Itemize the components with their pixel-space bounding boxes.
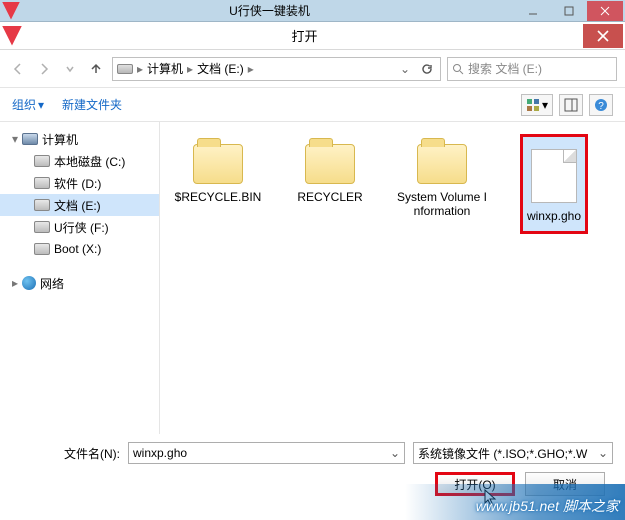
chevron-right-icon: ▸ — [137, 62, 143, 76]
file-icon — [531, 149, 577, 203]
thumbnails-icon — [526, 98, 540, 112]
sidebar-item-label: 本地磁盘 (C:) — [54, 153, 125, 170]
disk-icon — [34, 155, 50, 167]
sidebar-item-label: 网络 — [40, 275, 64, 292]
folder-icon — [417, 144, 467, 184]
organize-menu[interactable]: 组织 ▾ — [12, 96, 44, 113]
folder-icon — [193, 144, 243, 184]
dialog-close-button[interactable] — [583, 24, 623, 48]
sidebar-item-label: 计算机 — [42, 131, 78, 148]
sidebar-item-drive-d[interactable]: 软件 (D:) — [0, 172, 159, 194]
expand-icon: ▾ — [12, 132, 18, 146]
help-icon: ? — [594, 98, 608, 112]
sidebar-item-drive-e[interactable]: 文档 (E:) — [0, 194, 159, 216]
file-name: winxp.gho — [527, 209, 581, 223]
refresh-button[interactable] — [418, 63, 436, 75]
folder-icon — [305, 144, 355, 184]
sidebar-item-drive-f[interactable]: U行侠 (F:) — [0, 216, 159, 238]
panel-icon — [564, 98, 578, 112]
folder-item[interactable]: RECYCLER — [284, 134, 376, 204]
up-button[interactable] — [86, 59, 106, 79]
breadcrumb-drive[interactable]: 文档 (E:) — [197, 60, 244, 77]
toolbar: 组织 ▾ 新建文件夹 ▾ ? — [0, 88, 625, 122]
history-dropdown[interactable] — [60, 59, 80, 79]
dialog-footer: 文件名(N): winxp.gho⌄ 系统镜像文件 (*.ISO;*.GHO;*… — [0, 434, 625, 496]
close-button[interactable] — [587, 1, 623, 21]
cancel-button[interactable]: 取消 — [525, 472, 605, 496]
app-title: U行侠一键装机 — [24, 2, 515, 19]
filetype-filter[interactable]: 系统镜像文件 (*.ISO;*.GHO;*.W⌄ — [413, 442, 613, 464]
nav-bar: ▸ 计算机 ▸ 文档 (E:) ▸ ⌄ 搜索 文档 (E:) — [0, 50, 625, 88]
sidebar: ▾ 计算机 本地磁盘 (C:) 软件 (D:) 文档 (E:) U行侠 (F:)… — [0, 122, 160, 434]
disk-icon — [34, 177, 50, 189]
sidebar-item-network[interactable]: ▸ 网络 — [0, 272, 159, 294]
view-options-button[interactable]: ▾ — [521, 94, 553, 116]
app-titlebar: U行侠一键装机 — [0, 0, 625, 22]
chevron-down-icon: ⌄ — [390, 446, 400, 460]
dialog-title: 打开 — [26, 26, 583, 45]
sidebar-item-computer[interactable]: ▾ 计算机 — [0, 128, 159, 150]
sidebar-item-label: Boot (X:) — [54, 242, 101, 256]
file-list[interactable]: $RECYCLE.BIN RECYCLER System Volume Info… — [160, 122, 625, 434]
chevron-down-icon: ▾ — [38, 98, 44, 112]
back-button[interactable] — [8, 59, 28, 79]
dialog-titlebar: 打开 — [0, 22, 625, 50]
preview-pane-button[interactable] — [559, 94, 583, 116]
svg-text:?: ? — [598, 101, 604, 112]
app-logo-icon — [2, 2, 20, 20]
disk-icon — [34, 221, 50, 233]
chevron-down-icon: ⌄ — [598, 446, 608, 460]
filename-input[interactable]: winxp.gho⌄ — [128, 442, 405, 464]
search-icon — [452, 63, 464, 75]
file-name: RECYCLER — [284, 190, 376, 204]
drive-icon — [117, 64, 133, 74]
file-name: $RECYCLE.BIN — [172, 190, 264, 204]
help-button[interactable]: ? — [589, 94, 613, 116]
chevron-right-icon: ▸ — [187, 62, 193, 76]
folder-item[interactable]: $RECYCLE.BIN — [172, 134, 264, 204]
open-button[interactable]: 打开(O) — [435, 472, 515, 496]
file-item-selected[interactable]: winxp.gho — [508, 134, 600, 234]
disk-icon — [34, 199, 50, 211]
search-input[interactable]: 搜索 文档 (E:) — [447, 57, 617, 81]
folder-item[interactable]: System Volume Information — [396, 134, 488, 218]
file-name: System Volume Information — [396, 190, 488, 218]
chevron-right-icon: ▸ — [248, 62, 254, 76]
content-area: ▾ 计算机 本地磁盘 (C:) 软件 (D:) 文档 (E:) U行侠 (F:)… — [0, 122, 625, 434]
dialog-logo-icon — [2, 26, 22, 46]
filename-label: 文件名(N): — [12, 445, 120, 462]
forward-button[interactable] — [34, 59, 54, 79]
sidebar-item-drive-x[interactable]: Boot (X:) — [0, 238, 159, 260]
sidebar-item-label: 文档 (E:) — [54, 197, 101, 214]
minimize-button[interactable] — [515, 1, 551, 21]
expand-icon: ▸ — [12, 276, 18, 290]
watermark: www.jb51.net 脚本之家 — [476, 496, 619, 516]
new-folder-button[interactable]: 新建文件夹 — [62, 96, 122, 113]
maximize-button[interactable] — [551, 1, 587, 21]
disk-icon — [34, 243, 50, 255]
network-icon — [22, 276, 36, 290]
address-bar[interactable]: ▸ 计算机 ▸ 文档 (E:) ▸ ⌄ — [112, 57, 441, 81]
sidebar-item-label: 软件 (D:) — [54, 175, 101, 192]
sidebar-item-drive-c[interactable]: 本地磁盘 (C:) — [0, 150, 159, 172]
sidebar-item-label: U行侠 (F:) — [54, 219, 109, 236]
chevron-down-icon: ▾ — [542, 98, 548, 112]
search-placeholder: 搜索 文档 (E:) — [468, 60, 542, 77]
computer-icon — [22, 133, 38, 145]
address-dropdown[interactable]: ⌄ — [396, 62, 414, 76]
breadcrumb-root[interactable]: 计算机 — [147, 60, 183, 77]
